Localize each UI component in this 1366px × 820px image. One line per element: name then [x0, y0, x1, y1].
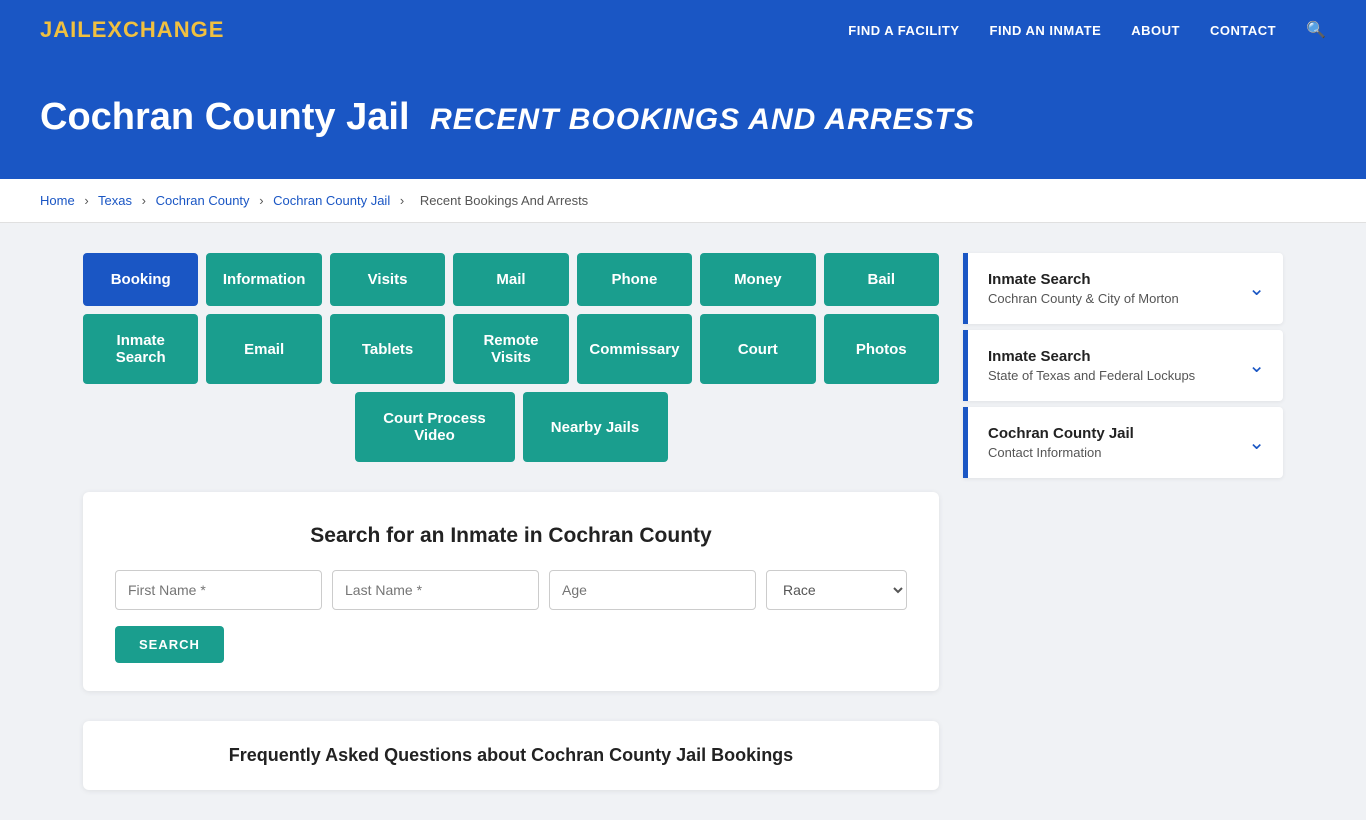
- btn-tablets[interactable]: Tablets: [330, 314, 445, 384]
- btn-money[interactable]: Money: [700, 253, 815, 306]
- nav-links: FIND A FACILITY FIND AN INMATE ABOUT CON…: [848, 20, 1326, 40]
- breadcrumb-texas[interactable]: Texas: [98, 193, 132, 208]
- btn-information[interactable]: Information: [206, 253, 321, 306]
- breadcrumb: Home › Texas › Cochran County › Cochran …: [0, 179, 1366, 223]
- breadcrumb-cochran-county[interactable]: Cochran County: [156, 193, 250, 208]
- sidebar-card-3-title: Cochran County Jail: [988, 425, 1134, 442]
- nav-find-facility[interactable]: FIND A FACILITY: [848, 23, 959, 38]
- hero-title-subtitle: RECENT BOOKINGS AND ARRESTS: [430, 103, 975, 136]
- btn-court[interactable]: Court: [700, 314, 815, 384]
- faq-title: Frequently Asked Questions about Cochran…: [115, 745, 907, 766]
- btn-visits[interactable]: Visits: [330, 253, 445, 306]
- sidebar-card-2-subtitle: State of Texas and Federal Lockups: [988, 368, 1195, 383]
- search-fields: Race White Black Hispanic Asian Other: [115, 570, 907, 610]
- btn-court-process-video[interactable]: Court Process Video: [355, 392, 515, 462]
- navigation: JAILEXCHANGE FIND A FACILITY FIND AN INM…: [0, 0, 1366, 60]
- page-title: Cochran County Jail RECENT BOOKINGS AND …: [40, 96, 1326, 139]
- site-logo: JAILEXCHANGE: [40, 17, 224, 43]
- age-input[interactable]: [549, 570, 756, 610]
- sidebar-card-inmate-search-texas[interactable]: Inmate Search State of Texas and Federal…: [963, 330, 1283, 401]
- btn-phone[interactable]: Phone: [577, 253, 692, 306]
- logo-exchange: EXCHANGE: [92, 17, 225, 42]
- first-name-input[interactable]: [115, 570, 322, 610]
- nav-contact[interactable]: CONTACT: [1210, 23, 1276, 38]
- chevron-down-icon: ⌄: [1248, 276, 1265, 301]
- search-panel: Search for an Inmate in Cochran County R…: [83, 492, 939, 691]
- breadcrumb-home[interactable]: Home: [40, 193, 75, 208]
- race-select[interactable]: Race White Black Hispanic Asian Other: [766, 570, 907, 610]
- btn-commissary[interactable]: Commissary: [577, 314, 692, 384]
- last-name-input[interactable]: [332, 570, 539, 610]
- button-row-2: Inmate Search Email Tablets Remote Visit…: [83, 314, 939, 384]
- hero-title-main: Cochran County Jail: [40, 96, 410, 138]
- button-row-3: Court Process Video Nearby Jails: [83, 392, 939, 462]
- btn-nearby-jails[interactable]: Nearby Jails: [523, 392, 668, 462]
- main-content: Booking Information Visits Mail Phone Mo…: [43, 223, 1323, 820]
- sidebar-card-3-subtitle: Contact Information: [988, 445, 1134, 460]
- btn-inmate-search[interactable]: Inmate Search: [83, 314, 198, 384]
- right-sidebar: Inmate Search Cochran County & City of M…: [963, 253, 1283, 484]
- nav-about[interactable]: ABOUT: [1131, 23, 1180, 38]
- btn-photos[interactable]: Photos: [824, 314, 939, 384]
- btn-mail[interactable]: Mail: [453, 253, 568, 306]
- btn-remote-visits[interactable]: Remote Visits: [453, 314, 568, 384]
- breadcrumb-cochran-jail[interactable]: Cochran County Jail: [273, 193, 390, 208]
- sidebar-card-1-subtitle: Cochran County & City of Morton: [988, 291, 1179, 306]
- sidebar-card-inmate-search-cochran[interactable]: Inmate Search Cochran County & City of M…: [963, 253, 1283, 324]
- faq-section: Frequently Asked Questions about Cochran…: [83, 721, 939, 790]
- nav-search-icon[interactable]: 🔍: [1306, 20, 1326, 40]
- hero-section: Cochran County Jail RECENT BOOKINGS AND …: [0, 60, 1366, 179]
- button-row-1: Booking Information Visits Mail Phone Mo…: [83, 253, 939, 306]
- search-title: Search for an Inmate in Cochran County: [115, 524, 907, 548]
- btn-bail[interactable]: Bail: [824, 253, 939, 306]
- nav-button-grid: Booking Information Visits Mail Phone Mo…: [83, 253, 939, 462]
- sidebar-card-1-title: Inmate Search: [988, 271, 1179, 288]
- sidebar-card-contact-info[interactable]: Cochran County Jail Contact Information …: [963, 407, 1283, 478]
- btn-email[interactable]: Email: [206, 314, 321, 384]
- logo-jail: JAIL: [40, 17, 92, 42]
- sidebar-card-2-title: Inmate Search: [988, 348, 1195, 365]
- left-column: Booking Information Visits Mail Phone Mo…: [83, 253, 939, 790]
- chevron-down-icon: ⌄: [1248, 430, 1265, 455]
- breadcrumb-current: Recent Bookings And Arrests: [420, 193, 588, 208]
- search-button[interactable]: SEARCH: [115, 626, 224, 663]
- chevron-down-icon: ⌄: [1248, 353, 1265, 378]
- btn-booking[interactable]: Booking: [83, 253, 198, 306]
- nav-find-inmate[interactable]: FIND AN INMATE: [990, 23, 1102, 38]
